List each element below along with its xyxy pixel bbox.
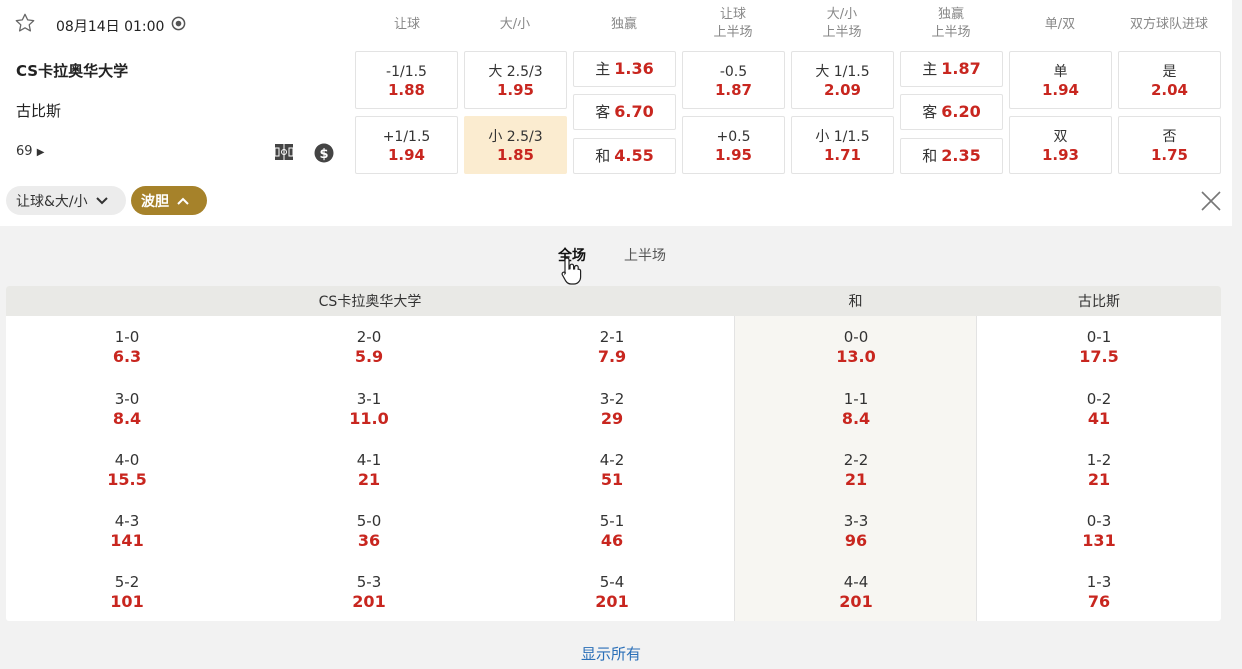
header-over-under: 大/小	[499, 17, 531, 32]
grid-header-away: 古比斯	[977, 286, 1221, 316]
away-team-name: 古比斯	[16, 102, 62, 120]
live-status-icon	[171, 16, 186, 35]
odds-moneyline-draw[interactable]: 和 4.55	[573, 138, 676, 174]
odds-moneyline-1h-away[interactable]: 客 6.20	[900, 94, 1003, 130]
filter-handicap-ou-label: 让球&大/小	[16, 193, 88, 210]
grid-header-home: CS卡拉奥华大学	[6, 286, 734, 316]
odds-moneyline-1h-home[interactable]: 主 1.87	[900, 51, 1003, 87]
score-cell[interactable]: 2-1 7.9	[552, 328, 672, 366]
odds-handicap-1h-away[interactable]: +0.5 1.95	[682, 116, 785, 174]
score-cell[interactable]: 4-3 141	[67, 512, 187, 550]
odds-btts-no[interactable]: 否 1.75	[1118, 116, 1221, 174]
score-cell[interactable]: 0-2 41	[1039, 390, 1159, 428]
score-cell[interactable]: 0-1 17.5	[1039, 328, 1159, 366]
filter-correct-score-label: 波胆	[141, 193, 169, 210]
odds-odd[interactable]: 单 1.94	[1009, 51, 1112, 109]
favorite-star-icon[interactable]	[14, 12, 36, 38]
score-cell[interactable]: 4-0 15.5	[67, 451, 187, 489]
close-icon[interactable]	[1199, 189, 1223, 217]
odds-handicap-home[interactable]: -1/1.5 1.88	[355, 51, 458, 109]
score-cell[interactable]: 4-4 201	[796, 573, 916, 611]
odds-under-selected[interactable]: 小 2.5/3 1.85	[464, 116, 567, 174]
more-markets-link[interactable]: 69 ▶	[16, 144, 44, 159]
header-handicap: 让球	[393, 17, 420, 32]
show-all-link[interactable]: 显示所有	[581, 643, 641, 664]
score-cell[interactable]: 3-2 29	[552, 390, 672, 428]
header-over-under-1h: 大/小 上半场	[822, 7, 862, 40]
tab-first-half[interactable]: 上半场	[624, 245, 666, 265]
score-cell[interactable]: 2-2 21	[796, 451, 916, 489]
score-cell[interactable]: 0-0 13.0	[796, 328, 916, 366]
score-cell[interactable]: 1-0 6.3	[67, 328, 187, 366]
score-cell[interactable]: 5-3 201	[309, 573, 429, 611]
more-markets-count: 69	[16, 144, 33, 159]
score-cell[interactable]: 5-2 101	[67, 573, 187, 611]
score-cell[interactable]: 5-1 46	[552, 512, 672, 550]
score-cell[interactable]: 5-0 36	[309, 512, 429, 550]
score-cell[interactable]: 3-0 8.4	[67, 390, 187, 428]
odds-handicap-away[interactable]: +1/1.5 1.94	[355, 116, 458, 174]
hand-cursor-icon	[560, 256, 582, 290]
play-triangle-icon: ▶	[36, 147, 45, 158]
odds-handicap-1h-home[interactable]: -0.5 1.87	[682, 51, 785, 109]
score-cell[interactable]: 4-1 21	[309, 451, 429, 489]
score-cell[interactable]: 3-1 11.0	[309, 390, 429, 428]
odds-over-1h[interactable]: 大 1/1.5 2.09	[791, 51, 894, 109]
pitch-view-icon[interactable]	[274, 143, 294, 165]
score-cell[interactable]: 1-1 8.4	[796, 390, 916, 428]
header-odd-even: 单/双	[1044, 17, 1076, 32]
odds-moneyline-1h-draw[interactable]: 和 2.35	[900, 138, 1003, 174]
correct-score-grid: CS卡拉奥华大学 和 古比斯 1-0 6.3 2-0 5.9 2-1 7.9 0-0 1…	[6, 286, 1221, 621]
odds-moneyline-away[interactable]: 客 6.70	[573, 94, 676, 130]
match-datetime: 08月14日 01:00	[56, 19, 165, 35]
score-cell[interactable]: 2-0 5.9	[309, 328, 429, 366]
filter-correct-score[interactable]: 波胆	[131, 186, 207, 215]
chevron-down-icon	[95, 196, 108, 204]
score-cell[interactable]: 5-4 201	[552, 573, 672, 611]
home-team-name: CS卡拉奥华大学	[16, 62, 129, 80]
svg-text:$: $	[319, 147, 328, 162]
match-card: 08月14日 01:00 CS卡拉奥华大学 古比斯 69 ▶ $ 让球 大/小 …	[0, 0, 1232, 226]
grid-header-draw: 和	[734, 286, 977, 316]
header-moneyline: 独赢	[610, 17, 637, 32]
odds-even[interactable]: 双 1.93	[1009, 116, 1112, 174]
header-handicap-1h: 让球 上半场	[713, 7, 753, 40]
odds-over[interactable]: 大 2.5/3 1.95	[464, 51, 567, 109]
header-btts: 双方球队进球	[1129, 17, 1208, 32]
odds-under-1h[interactable]: 小 1/1.5 1.71	[791, 116, 894, 174]
score-cell[interactable]: 1-3 76	[1039, 573, 1159, 611]
score-cell[interactable]: 0-3 131	[1039, 512, 1159, 550]
score-cell[interactable]: 3-3 96	[796, 512, 916, 550]
score-cell[interactable]: 4-2 51	[552, 451, 672, 489]
header-moneyline-1h: 独赢 上半场	[931, 7, 971, 40]
score-cell[interactable]: 1-2 21	[1039, 451, 1159, 489]
filter-handicap-ou[interactable]: 让球&大/小	[6, 186, 126, 215]
chevron-up-icon	[177, 197, 189, 205]
odds-moneyline-home[interactable]: 主 1.36	[573, 51, 676, 87]
odds-btts-yes[interactable]: 是 2.04	[1118, 51, 1221, 109]
cashout-dollar-icon[interactable]: $	[314, 143, 334, 167]
